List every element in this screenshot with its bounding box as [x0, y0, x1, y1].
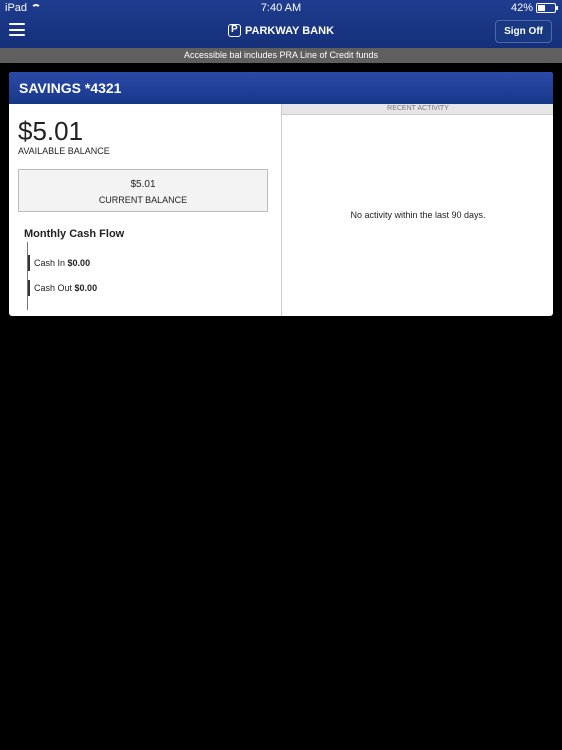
- battery-icon: [536, 3, 558, 13]
- cash-flow-axis: [27, 242, 28, 310]
- cash-in-row: Cash In $0.00: [28, 255, 90, 271]
- cash-in-value: $0.00: [67, 258, 91, 268]
- credit-notice: Accessible bal includes PRA Line of Cred…: [0, 48, 562, 63]
- cash-in-label: Cash In: [34, 258, 66, 268]
- available-balance-value: $5.01: [18, 116, 84, 146]
- cash-out-value: $0.00: [74, 283, 98, 293]
- no-activity-message: No activity within the last 90 days.: [350, 210, 486, 220]
- current-balance-label: CURRENT BALANCE: [98, 195, 188, 205]
- status-bar: iPad 7:40 AM 42%: [0, 0, 562, 16]
- available-balance-label: AVAILABLE BALANCE: [18, 146, 110, 156]
- status-time: 7:40 AM: [260, 2, 302, 14]
- recent-activity-pane: RECENT ACTIVITY No activity within the l…: [281, 104, 553, 316]
- sign-off-button[interactable]: Sign Off: [495, 20, 552, 43]
- current-balance-value: $5.01: [130, 179, 156, 190]
- balance-pane: $5.01 AVAILABLE BALANCE $5.01 CURRENT BA…: [9, 104, 281, 316]
- cash-out-row: Cash Out $0.00: [28, 280, 97, 296]
- battery-percent: 42%: [510, 2, 533, 14]
- recent-activity-header: RECENT ACTIVITY: [282, 104, 553, 115]
- bank-logo-icon: [227, 24, 241, 37]
- brand: PARKWAY BANK: [0, 24, 562, 37]
- cash-out-label: Cash Out: [34, 283, 73, 293]
- account-card: SAVINGS *4321 $5.01 AVAILABLE BALANCE $5…: [9, 72, 553, 316]
- app-header: iPad 7:40 AM 42% PARKWAY BANK Sign Off: [0, 0, 562, 48]
- brand-name: PARKWAY BANK: [244, 24, 335, 37]
- account-title[interactable]: SAVINGS *4321: [9, 72, 553, 104]
- monthly-cash-flow-title: Monthly Cash Flow: [24, 228, 125, 240]
- current-balance-box: $5.01 CURRENT BALANCE: [18, 169, 268, 212]
- battery-fill: [538, 5, 545, 11]
